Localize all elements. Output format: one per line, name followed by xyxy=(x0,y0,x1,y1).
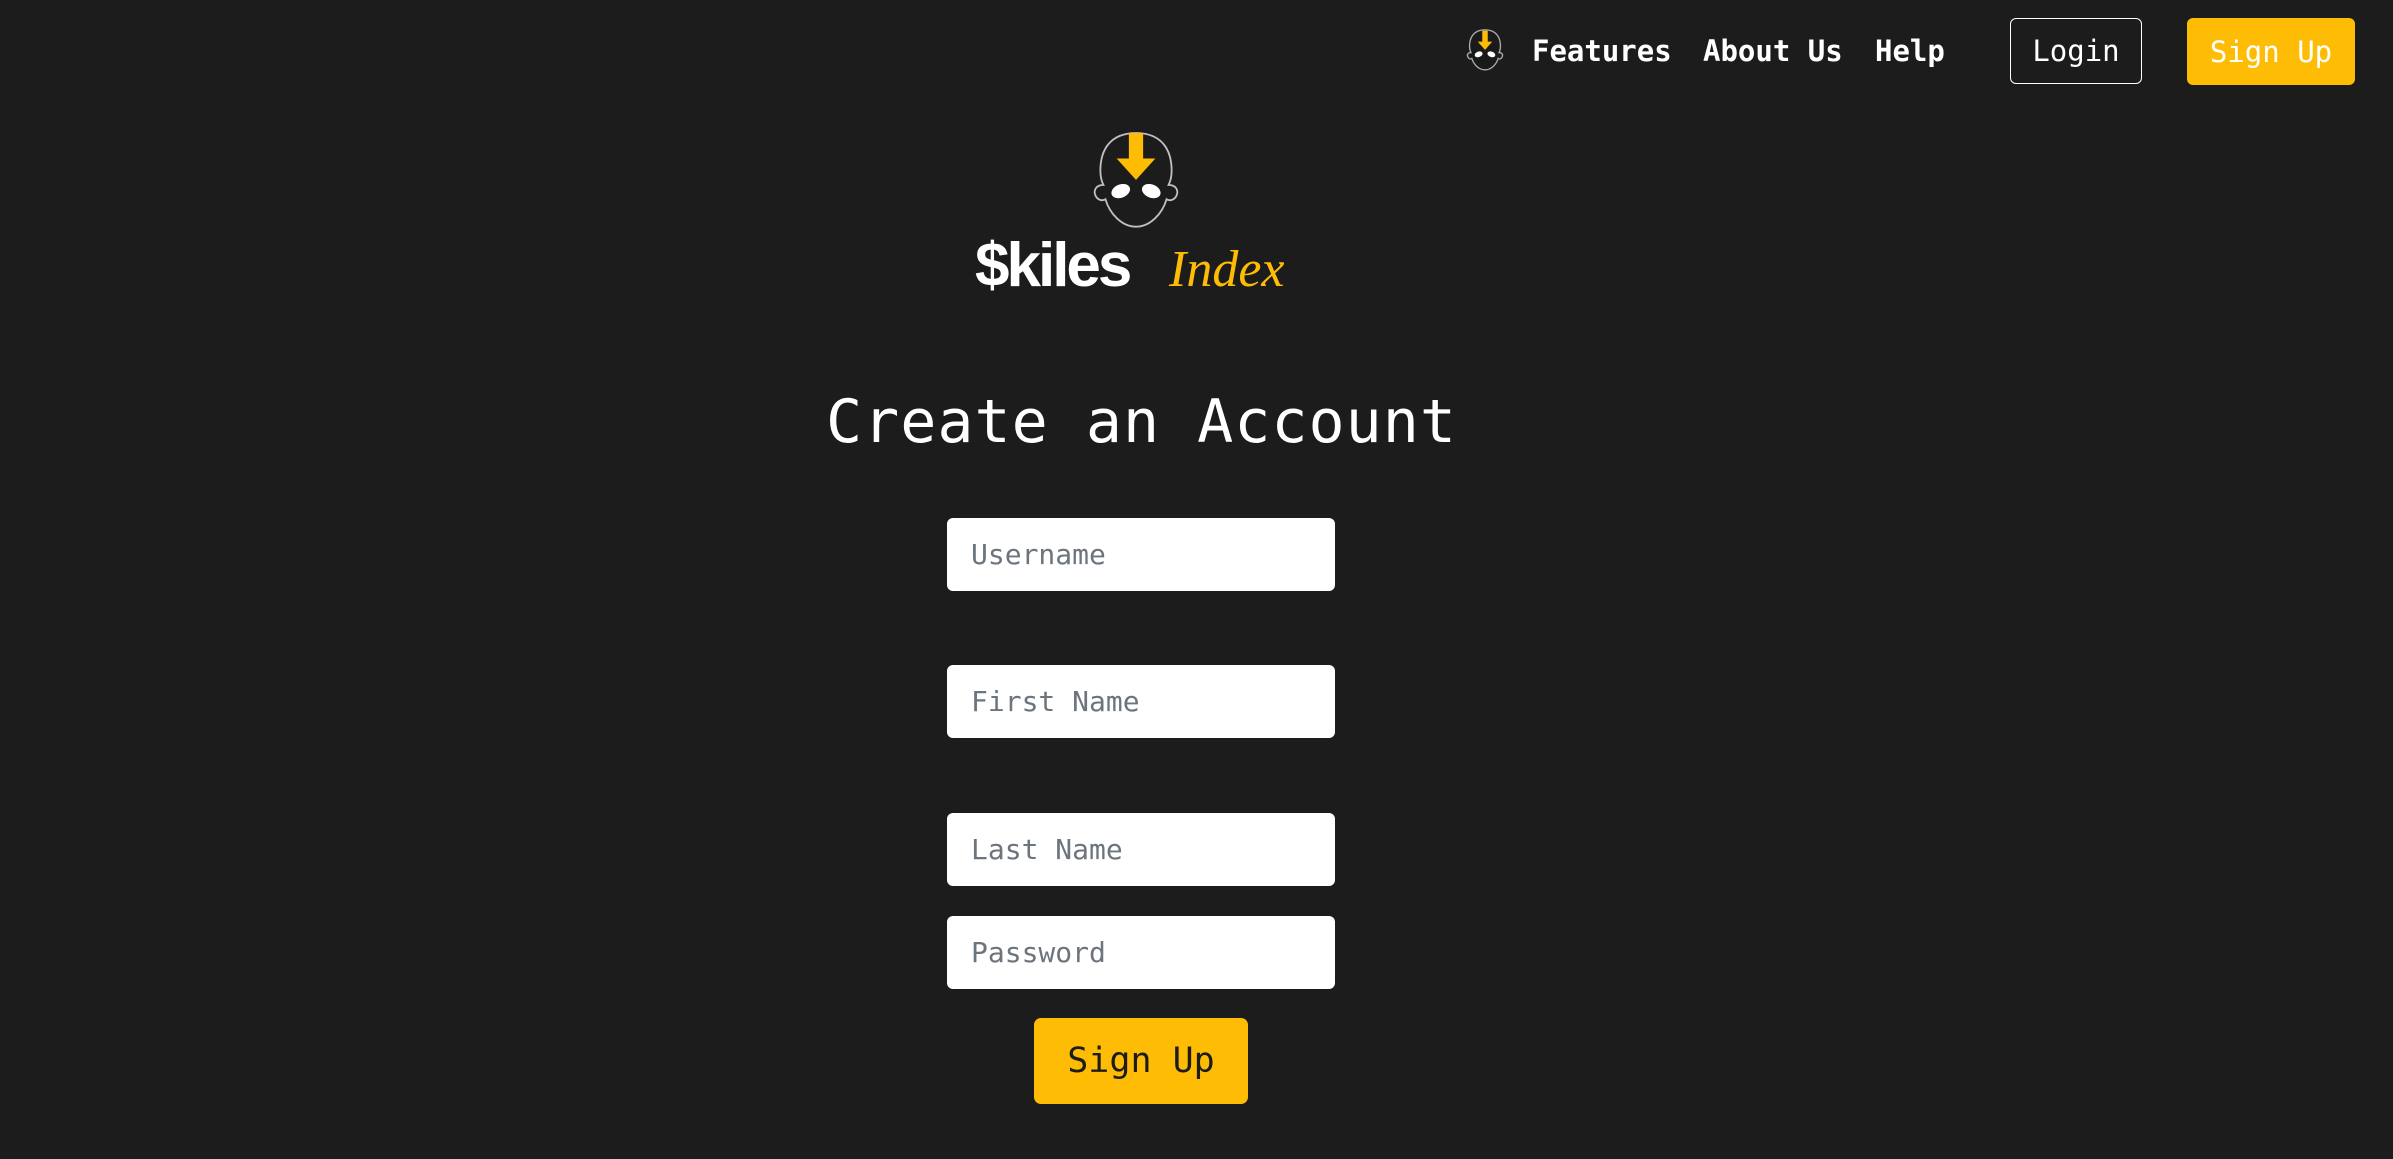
sign-up-submit-button[interactable]: Sign Up xyxy=(1034,1018,1248,1104)
top-navbar: Features About Us Help Login Sign Up xyxy=(0,0,2393,102)
username-field[interactable] xyxy=(947,518,1335,591)
mascot-logo-icon[interactable] xyxy=(1462,28,1508,78)
nav-sign-up-button[interactable]: Sign Up xyxy=(2187,18,2355,85)
nav-features-link[interactable]: Features xyxy=(1532,30,1672,72)
wordmark-primary: $kiles xyxy=(975,231,1130,300)
brand-wordmark: $kiles Index xyxy=(975,231,1284,300)
nav-about-us-link[interactable]: About Us xyxy=(1703,30,1843,72)
nav-help-link[interactable]: Help xyxy=(1875,30,1945,72)
first-name-field[interactable] xyxy=(947,665,1335,738)
login-button[interactable]: Login xyxy=(2010,18,2142,84)
page-title: Create an Account xyxy=(825,387,1458,457)
password-field[interactable] xyxy=(947,916,1335,989)
mascot-head-icon xyxy=(1093,132,1179,228)
wordmark-accent: Index xyxy=(1168,241,1284,298)
last-name-field[interactable] xyxy=(947,813,1335,886)
